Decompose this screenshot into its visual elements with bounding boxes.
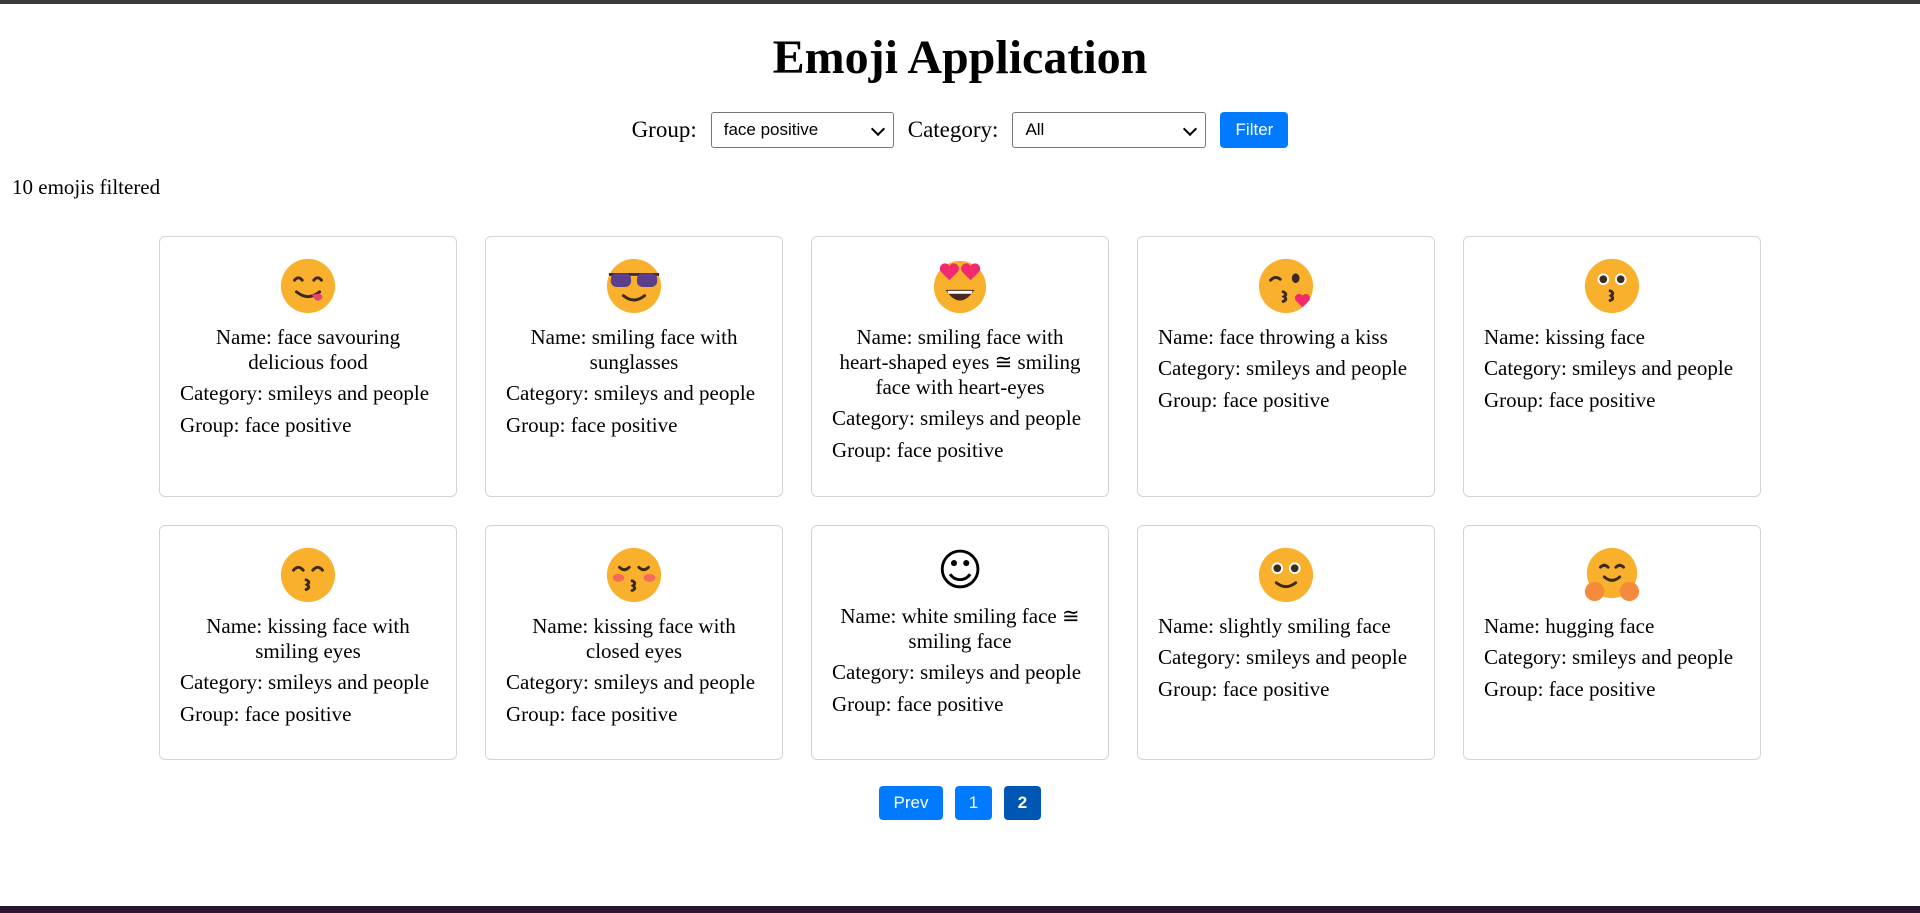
sunglasses-face-emoji [606, 258, 662, 314]
emoji-name: Name: kissing face with smiling eyes [206, 614, 410, 663]
page-title: Emoji Application [772, 31, 1148, 84]
heart-eyes-face-emoji [933, 260, 987, 314]
emoji-card: Name: slightly smiling face Category: sm… [1137, 525, 1435, 760]
pagination: Prev 1 2 [0, 786, 1920, 820]
emoji-name: Name: hugging face [1484, 614, 1655, 638]
slightly-smiling-face-emoji [1258, 547, 1314, 603]
result-count: 10 emojis filtered [12, 175, 161, 199]
emoji-category: Category: smileys and people [180, 670, 430, 694]
group-label: Group: [631, 117, 697, 142]
emoji-card: Name: smiling face with sunglasses Categ… [485, 236, 783, 497]
emoji-group: Group: face positive [832, 692, 1004, 716]
kissing-smiling-eyes-emoji [280, 547, 336, 603]
window-bottom-border [0, 906, 1920, 913]
emoji-group: Group: face positive [506, 702, 678, 726]
window-top-border [0, 0, 1920, 4]
emoji-name: Name: slightly smiling face [1158, 614, 1391, 638]
emoji-card: Name: face throwing a kiss Category: smi… [1137, 236, 1435, 497]
emoji-group: Group: face positive [1158, 388, 1330, 412]
group-select[interactable]: face positive [710, 112, 894, 148]
category-select-value: All [1025, 120, 1045, 139]
face-savouring-food-emoji [280, 258, 336, 314]
emoji-category: Category: smileys and people [506, 381, 756, 405]
emoji-card: Name: kissing face with closed eyes Cate… [485, 525, 783, 760]
emoji-name: Name: kissing face with closed eyes [532, 614, 736, 663]
emoji-name: Name: face throwing a kiss [1158, 325, 1388, 349]
emoji-group: Group: face positive [180, 413, 352, 437]
category-label: Category: [907, 117, 999, 142]
emoji-category: Category: smileys and people [1158, 645, 1408, 669]
chevron-down-icon [870, 121, 885, 137]
white-smiling-face-glyph: ☺ [937, 545, 983, 596]
emoji-name: Name: smiling face with sunglasses [530, 325, 738, 374]
emoji-name: Name: face savouring delicious food [215, 325, 401, 374]
prev-page-button[interactable]: Prev [879, 786, 943, 820]
emoji-category: Category: smileys and people [180, 381, 430, 405]
emoji-card: ☺ Name: white smiling face ≅ smiling fac… [811, 525, 1109, 760]
emoji-grid: Name: face savouring delicious food Cate… [159, 236, 1761, 760]
emoji-card: Name: hugging face Category: smileys and… [1463, 525, 1761, 760]
emoji-group: Group: face positive [1484, 677, 1656, 701]
emoji-category: Category: smileys and people [832, 660, 1082, 684]
filter-button[interactable]: Filter [1220, 112, 1289, 148]
kissing-face-emoji [1584, 258, 1640, 314]
hugging-face-emoji [1584, 547, 1640, 602]
emoji-group: Group: face positive [1484, 388, 1656, 412]
emoji-group: Group: face positive [180, 702, 352, 726]
kissing-closed-eyes-emoji [606, 547, 662, 603]
emoji-group: Group: face positive [506, 413, 678, 437]
page-1-button[interactable]: 1 [955, 786, 992, 820]
emoji-name: Name: smiling face with heart-shaped eye… [839, 325, 1081, 399]
emoji-category: Category: smileys and people [506, 670, 756, 694]
group-select-value: face positive [723, 120, 819, 139]
chevron-down-icon [1183, 121, 1198, 137]
emoji-group: Group: face positive [832, 438, 1004, 462]
filter-bar: Group: face positive Category: All Filte… [0, 112, 1920, 148]
emoji-name: Name: white smiling face ≅ smiling face [840, 604, 1080, 653]
category-select[interactable]: All [1012, 112, 1207, 148]
emoji-category: Category: smileys and people [1484, 645, 1734, 669]
face-throwing-kiss-emoji [1258, 258, 1314, 314]
emoji-card: Name: face savouring delicious food Cate… [159, 236, 457, 497]
emoji-name: Name: kissing face [1484, 325, 1645, 349]
emoji-card: Name: kissing face with smiling eyes Cat… [159, 525, 457, 760]
emoji-category: Category: smileys and people [1158, 356, 1408, 380]
emoji-category: Category: smileys and people [1484, 356, 1734, 380]
emoji-group: Group: face positive [1158, 677, 1330, 701]
emoji-card: Name: smiling face with heart-shaped eye… [811, 236, 1109, 497]
emoji-card: Name: kissing face Category: smileys and… [1463, 236, 1761, 497]
page-2-button[interactable]: 2 [1004, 786, 1041, 820]
emoji-category: Category: smileys and people [832, 406, 1082, 430]
